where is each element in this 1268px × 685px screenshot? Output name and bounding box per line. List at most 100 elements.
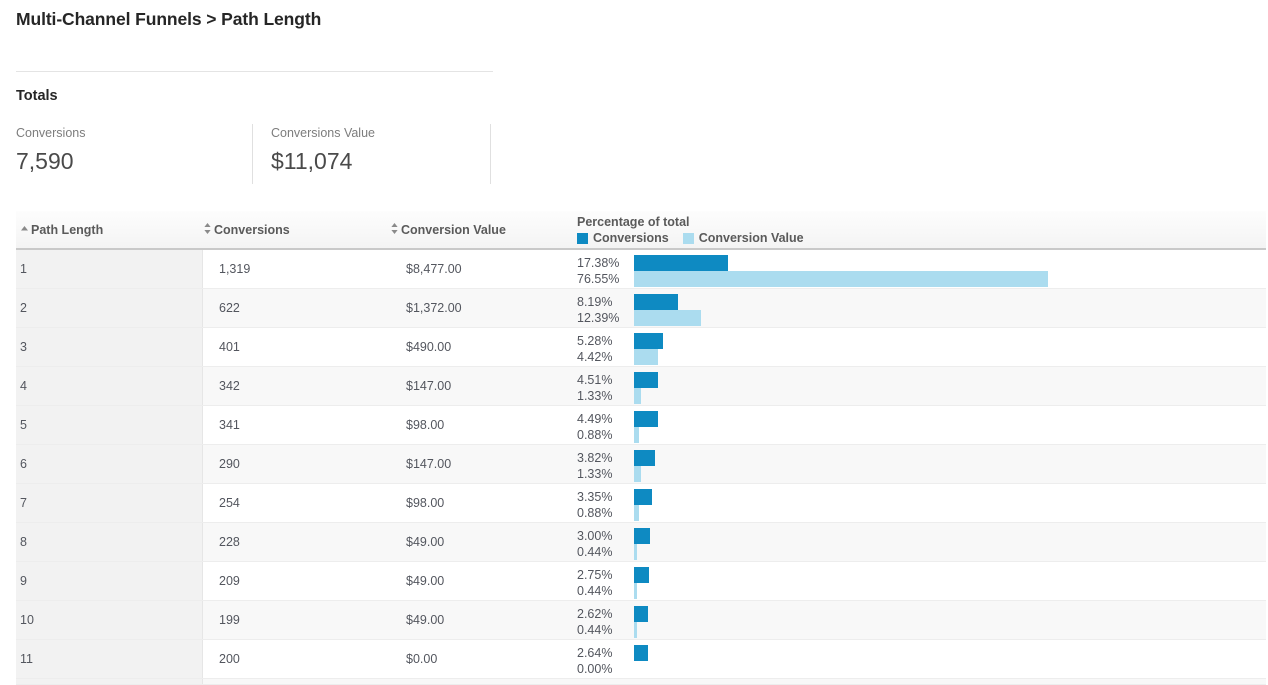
bar-conversions (634, 606, 648, 622)
percentage-bars: 2.75%0.44% (577, 562, 1266, 600)
table-cell-conversion-value: $49.00 (390, 601, 577, 639)
column-header-path-length[interactable]: Path Length (16, 211, 203, 248)
bar-conversion-value-track (634, 583, 1266, 599)
bar-conversions (634, 450, 655, 466)
table-row[interactable]: 10199$49.002.62%0.44% (16, 601, 1266, 640)
bar-conversions-track (634, 567, 1266, 583)
bar-conversion-value-line: 0.44% (577, 622, 1266, 638)
bar-conversions-line: 4.51% (577, 372, 1266, 388)
bar-conversions (634, 645, 648, 661)
bar-conversion-value-line: 4.42% (577, 349, 1266, 365)
bar-conversion-value (634, 349, 658, 365)
table-cell-path-length: 3 (16, 328, 203, 366)
percentage-of-total-label: Percentage of total (577, 215, 690, 229)
column-header-conversion-value[interactable]: Conversion Value (390, 211, 577, 248)
bar-conversions (634, 411, 658, 427)
table-cell-conversion-value: $49.00 (390, 562, 577, 600)
header-divider (16, 71, 493, 72)
bar-conversion-value-track (634, 310, 1266, 326)
bar-conversion-value-track (634, 544, 1266, 560)
table-cell-conversion-value: $1,372.00 (390, 289, 577, 327)
totals-metrics: Conversions 7,590 Conversions Value $11,… (16, 124, 491, 184)
percentage-conversions-label: 2.64% (577, 645, 634, 661)
table-cell-path-length: 2 (16, 289, 203, 327)
percentage-conversions-label: 5.28% (577, 333, 634, 349)
bar-conversion-value (634, 427, 639, 443)
table-row[interactable]: 2622$1,372.008.19%12.39% (16, 289, 1266, 328)
sort-ascending-icon (20, 224, 29, 233)
bar-conversion-value-track (634, 622, 1266, 638)
table-cell-rest (203, 679, 1266, 684)
bar-conversions-line: 17.38% (577, 255, 1266, 271)
percentage-conversions-label: 2.62% (577, 606, 634, 622)
table-cell-path-length: 9 (16, 562, 203, 600)
table-cell-percentage: 3.35%0.88% (577, 484, 1266, 522)
page-title: Multi-Channel Funnels > Path Length (16, 9, 321, 30)
percentage-conversion-value-label: 0.44% (577, 583, 634, 599)
table-row[interactable]: 7254$98.003.35%0.88% (16, 484, 1266, 523)
table-row[interactable]: 8228$49.003.00%0.44% (16, 523, 1266, 562)
table-row[interactable]: 11,319$8,477.0017.38%76.55% (16, 250, 1266, 289)
bar-conversions-line: 3.35% (577, 489, 1266, 505)
path-length-table: Path Length Conversions Conversion Value (16, 211, 1266, 685)
percentage-conversions-label: 2.75% (577, 567, 634, 583)
column-header-conversion-value-label: Conversion Value (401, 223, 506, 237)
column-header-conversions[interactable]: Conversions (203, 211, 390, 248)
table-row[interactable]: 11200$0.002.64%0.00% (16, 640, 1266, 679)
bar-conversions-line: 3.00% (577, 528, 1266, 544)
metric-conversions-value-label: Conversions Value (271, 126, 474, 140)
table-cell-conversions: 341 (203, 406, 390, 444)
bar-conversions-track (634, 645, 1266, 661)
percentage-conversion-value-label: 0.00% (577, 661, 634, 677)
bar-conversions (634, 372, 658, 388)
bar-conversions (634, 489, 652, 505)
percentage-conversions-label: 3.82% (577, 450, 634, 466)
bar-conversions-line: 4.49% (577, 411, 1266, 427)
table-cell-path-length: 1 (16, 250, 203, 288)
bar-conversion-value (634, 271, 1048, 287)
table-row[interactable]: 3401$490.005.28%4.42% (16, 328, 1266, 367)
table-row[interactable]: 6290$147.003.82%1.33% (16, 445, 1266, 484)
legend-item-conversions: Conversions (577, 231, 669, 245)
table-row-partial (16, 679, 1266, 685)
bar-conversions-track (634, 294, 1266, 310)
table-cell-conversions: 401 (203, 328, 390, 366)
table-cell-path-length: 5 (16, 406, 203, 444)
percentage-conversion-value-label: 1.33% (577, 466, 634, 482)
bar-conversions-track (634, 372, 1266, 388)
chart-legend: Conversions Conversion Value (577, 231, 818, 245)
table-cell-percentage: 2.75%0.44% (577, 562, 1266, 600)
bar-conversion-value-line: 76.55% (577, 271, 1266, 287)
table-cell-path-length: 8 (16, 523, 203, 561)
percentage-bars: 3.82%1.33% (577, 445, 1266, 483)
legend-label-conversion-value: Conversion Value (699, 231, 804, 245)
table-row[interactable]: 5341$98.004.49%0.88% (16, 406, 1266, 445)
sort-both-icon (390, 222, 399, 235)
table-row[interactable]: 9209$49.002.75%0.44% (16, 562, 1266, 601)
legend-swatch-conversions (577, 233, 588, 244)
table-cell-conversion-value: $8,477.00 (390, 250, 577, 288)
metric-conversions-label: Conversions (16, 126, 236, 140)
bar-conversion-value (634, 583, 637, 599)
percentage-conversions-label: 4.49% (577, 411, 634, 427)
bar-conversions (634, 528, 650, 544)
column-header-conversions-label: Conversions (214, 223, 290, 237)
table-cell-path-length: 6 (16, 445, 203, 483)
table-row[interactable]: 4342$147.004.51%1.33% (16, 367, 1266, 406)
table-cell-conversions: 209 (203, 562, 390, 600)
bar-conversion-value-line: 0.88% (577, 427, 1266, 443)
bar-conversion-value-line: 0.44% (577, 544, 1266, 560)
bar-conversion-value-track (634, 661, 1266, 677)
percentage-conversions-label: 4.51% (577, 372, 634, 388)
percentage-conversion-value-label: 0.44% (577, 544, 634, 560)
percentage-bars: 17.38%76.55% (577, 250, 1266, 288)
sort-both-icon (203, 222, 212, 235)
bar-conversion-value (634, 505, 639, 521)
bar-conversion-value-track (634, 271, 1266, 287)
bar-conversion-value-track (634, 349, 1266, 365)
percentage-conversion-value-label: 76.55% (577, 271, 634, 287)
table-cell-path-length: 10 (16, 601, 203, 639)
percentage-conversions-label: 8.19% (577, 294, 634, 310)
table-body: 11,319$8,477.0017.38%76.55%2622$1,372.00… (16, 250, 1266, 679)
metric-conversions-value: 7,590 (16, 146, 236, 176)
